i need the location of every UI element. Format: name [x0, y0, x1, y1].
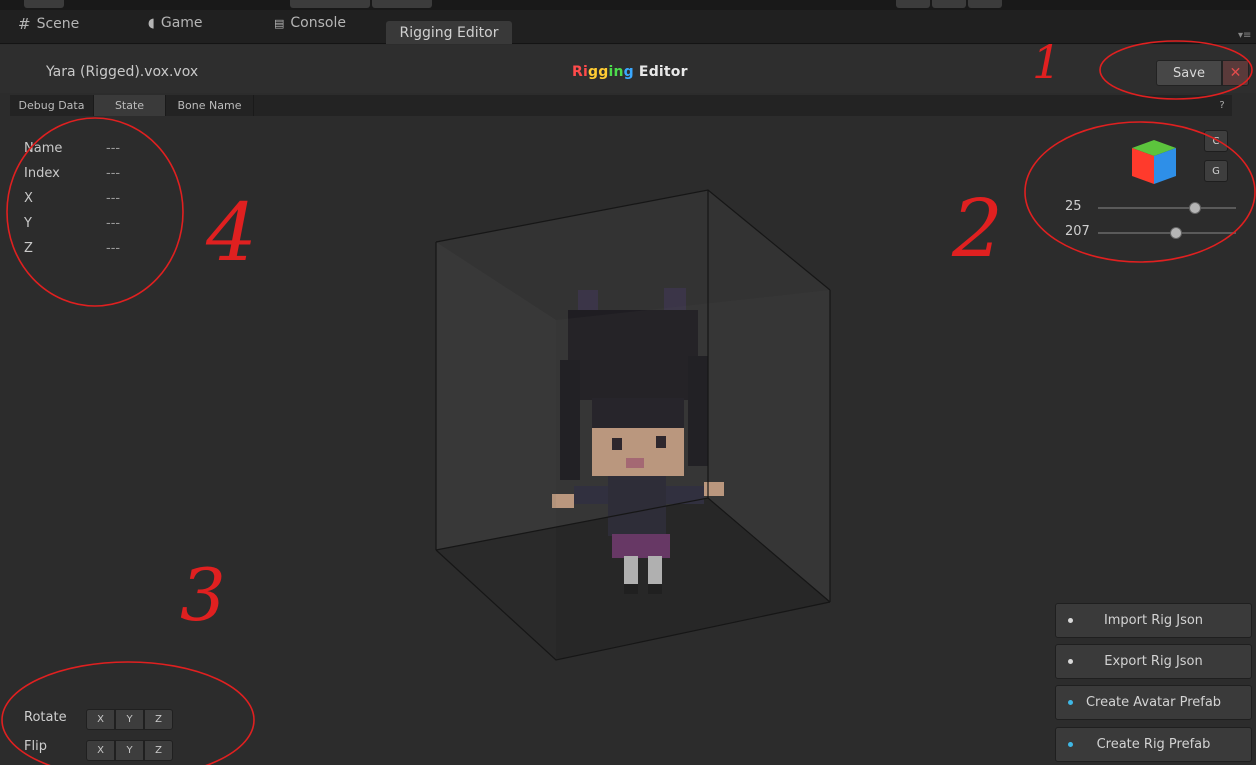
slider-1-knob[interactable] [1188, 202, 1201, 214]
create-avatar-prefab-button[interactable]: Create Avatar Prefab [1055, 685, 1252, 720]
info-value: --- [106, 191, 121, 206]
annotation-number-4: 4 [205, 186, 257, 279]
pause-button[interactable] [932, 0, 966, 8]
close-icon[interactable]: ✕ [1222, 60, 1249, 86]
debug-info-panel: Name --- Index --- X --- Y --- Z --- [24, 136, 120, 261]
info-row-name: Name --- [24, 136, 120, 161]
toolbar-button[interactable] [290, 0, 370, 8]
create-rig-prefab-button[interactable]: Create Rig Prefab [1055, 727, 1252, 762]
save-button[interactable]: Save [1156, 60, 1222, 86]
info-label: Y [24, 216, 32, 231]
camera-c-button[interactable]: C [1204, 130, 1228, 152]
sub-tab-bar: Debug Data State Bone Name [10, 95, 1232, 116]
camera-g-button[interactable]: G [1204, 160, 1228, 182]
flip-axis-group: X Y Z [86, 740, 173, 761]
info-value: --- [106, 141, 121, 156]
tab-console[interactable]: ▤ Console [274, 15, 346, 31]
import-rig-json-button[interactable]: Import Rig Json [1055, 603, 1252, 638]
info-label: Index [24, 166, 60, 181]
info-row-y: Y --- [24, 211, 120, 236]
flip-z-button[interactable]: Z [144, 740, 173, 761]
slider-1-value: 25 [1065, 199, 1082, 214]
top-toolbar [0, 0, 1256, 10]
info-value: --- [106, 166, 121, 181]
rotate-z-button[interactable]: Z [144, 709, 173, 730]
rotate-x-button[interactable]: X [86, 709, 115, 730]
export-rig-json-button[interactable]: Export Rig Json [1055, 644, 1252, 679]
help-button[interactable]: ? [1212, 95, 1232, 116]
slider-2-value: 207 [1065, 224, 1090, 239]
title-editor: Editor [633, 64, 688, 80]
flip-y-button[interactable]: Y [115, 740, 144, 761]
game-icon: ◖ [148, 15, 155, 31]
tab-menu-icon[interactable]: ▾≡ [1238, 30, 1251, 41]
toolbar-button[interactable] [24, 0, 64, 8]
editor-title: Rigging Editor [572, 64, 688, 80]
file-name: Yara (Rigged).vox.vox [46, 64, 199, 80]
flip-x-button[interactable]: X [86, 740, 115, 761]
title-rigging: Rigging [572, 64, 634, 80]
slider-1-track[interactable] [1098, 207, 1236, 209]
info-value: --- [106, 216, 121, 231]
tab-rigging-editor[interactable]: Rigging Editor [386, 21, 512, 44]
slider-2-knob[interactable] [1169, 227, 1182, 239]
info-value: --- [106, 241, 121, 256]
bounding-box-front-right [556, 290, 830, 660]
tab-bone-name[interactable]: Bone Name [166, 95, 254, 116]
info-label: Z [24, 241, 33, 256]
title-letter: n [613, 64, 624, 80]
tab-scene[interactable]: # Scene [18, 15, 79, 33]
orientation-cube-icon[interactable] [1128, 136, 1180, 192]
title-letter: g [587, 64, 599, 80]
rotate-label: Rotate [24, 710, 67, 725]
status-dot-icon [1068, 618, 1073, 623]
console-icon: ▤ [274, 16, 285, 30]
rotate-axis-group: X Y Z [86, 709, 173, 730]
toolbar-button[interactable] [372, 0, 432, 8]
slider-2-track[interactable] [1098, 232, 1236, 234]
tab-state[interactable]: State [94, 95, 166, 116]
model-viewport[interactable] [330, 180, 860, 670]
info-row-x: X --- [24, 186, 120, 211]
title-letter: g [623, 64, 634, 80]
info-label: Name [24, 141, 63, 156]
flip-label: Flip [24, 739, 47, 754]
annotation-number-2: 2 [951, 182, 1003, 275]
info-row-z: Z --- [24, 236, 120, 261]
grid-icon: # [18, 15, 31, 33]
step-button[interactable] [968, 0, 1002, 8]
status-dot-icon [1068, 659, 1073, 664]
title-letter: g [598, 64, 609, 80]
play-button[interactable] [896, 0, 930, 8]
status-dot-icon [1068, 700, 1073, 705]
title-letter: R [572, 64, 583, 80]
info-row-index: Index --- [24, 161, 120, 186]
status-dot-icon [1068, 742, 1073, 747]
annotation-number-3: 3 [180, 553, 226, 637]
tab-debug-data[interactable]: Debug Data [10, 95, 94, 116]
rotate-y-button[interactable]: Y [115, 709, 144, 730]
info-label: X [24, 191, 33, 206]
tab-game[interactable]: ◖ Game [148, 15, 203, 31]
